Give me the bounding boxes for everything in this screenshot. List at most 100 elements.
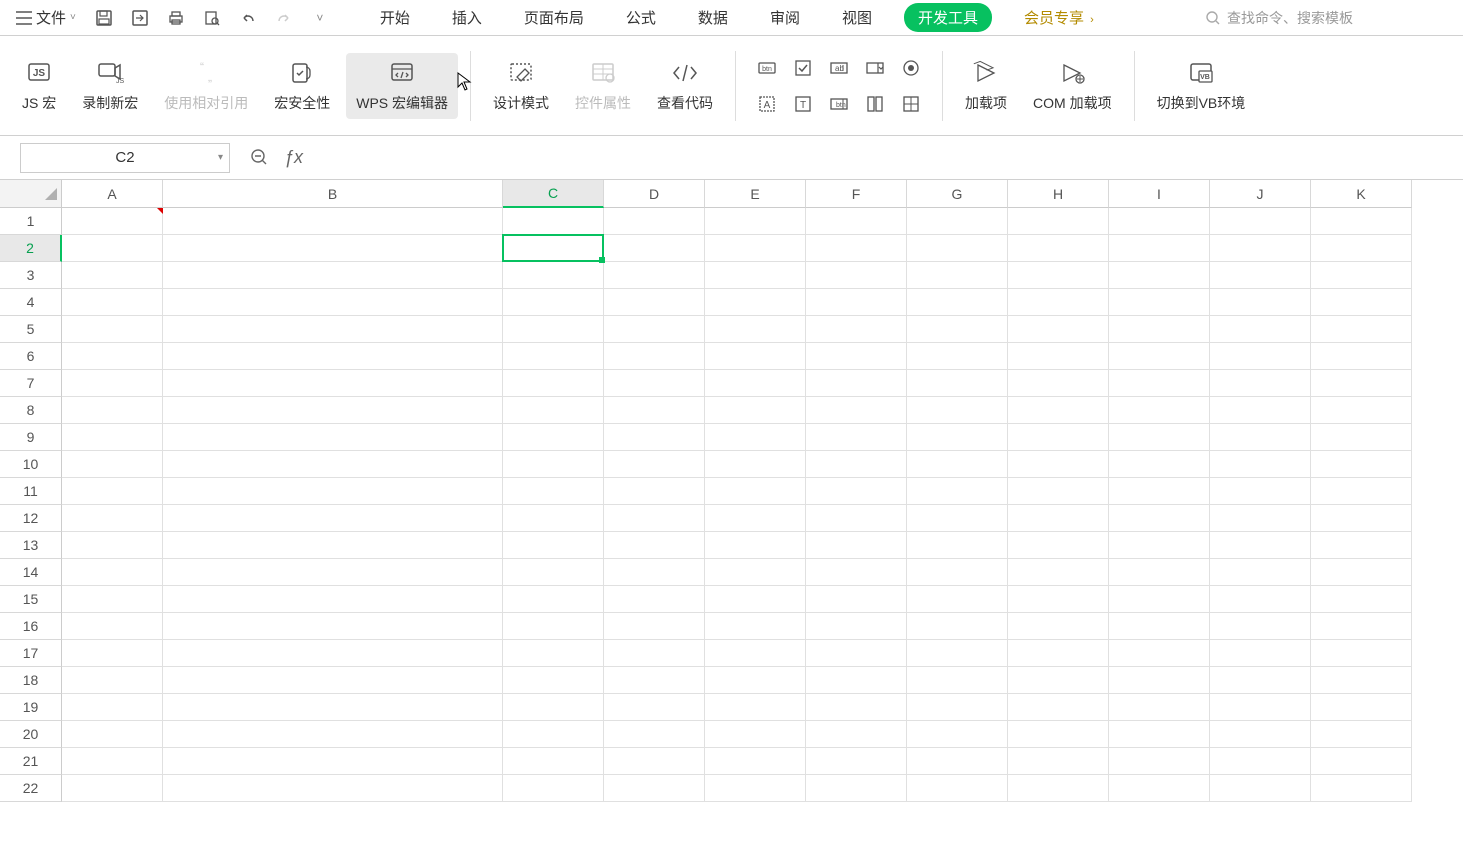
cell[interactable]	[503, 748, 604, 775]
cell[interactable]	[1109, 397, 1210, 424]
cell[interactable]	[705, 397, 806, 424]
cell[interactable]	[503, 424, 604, 451]
record-macro-button[interactable]: JS 录制新宏	[72, 53, 148, 119]
cell[interactable]	[163, 451, 503, 478]
cell[interactable]	[705, 586, 806, 613]
cell[interactable]	[503, 775, 604, 802]
cell[interactable]	[806, 613, 907, 640]
row-header[interactable]: 2	[0, 235, 62, 262]
com-addins-button[interactable]: COM 加载项	[1023, 53, 1122, 119]
cell[interactable]	[1008, 613, 1109, 640]
cell[interactable]	[1311, 478, 1412, 505]
cell[interactable]	[163, 370, 503, 397]
cell[interactable]	[503, 505, 604, 532]
tab-start[interactable]: 开始	[370, 3, 420, 32]
cell[interactable]	[163, 397, 503, 424]
cell[interactable]	[163, 262, 503, 289]
cell[interactable]	[62, 667, 163, 694]
cell[interactable]	[62, 748, 163, 775]
name-box[interactable]: C2 ▾	[20, 143, 230, 173]
cell[interactable]	[1109, 370, 1210, 397]
cell[interactable]	[1311, 748, 1412, 775]
cell[interactable]	[1311, 424, 1412, 451]
cell[interactable]	[705, 640, 806, 667]
cell[interactable]	[1210, 721, 1311, 748]
cell[interactable]	[62, 640, 163, 667]
cell[interactable]	[163, 235, 503, 262]
redo-button[interactable]	[268, 3, 300, 33]
cell[interactable]	[1311, 586, 1412, 613]
view-code-button[interactable]: 查看代码	[647, 53, 723, 119]
column-header[interactable]: K	[1311, 180, 1412, 208]
cell[interactable]	[1109, 613, 1210, 640]
cell[interactable]	[1311, 370, 1412, 397]
formula-input[interactable]	[317, 143, 1443, 173]
row-header[interactable]: 17	[0, 640, 62, 667]
cell[interactable]	[806, 451, 907, 478]
cell[interactable]	[503, 640, 604, 667]
cell[interactable]	[62, 451, 163, 478]
cell[interactable]	[1311, 235, 1412, 262]
column-header[interactable]: J	[1210, 180, 1311, 208]
cell[interactable]	[705, 235, 806, 262]
cell[interactable]	[705, 370, 806, 397]
cell[interactable]	[62, 370, 163, 397]
cell[interactable]	[806, 532, 907, 559]
cell[interactable]	[1008, 208, 1109, 235]
cell[interactable]	[1311, 613, 1412, 640]
cell[interactable]	[1311, 208, 1412, 235]
cell[interactable]	[907, 478, 1008, 505]
cell[interactable]	[163, 586, 503, 613]
cell[interactable]	[604, 613, 705, 640]
cell[interactable]	[62, 424, 163, 451]
cell[interactable]	[604, 262, 705, 289]
row-header[interactable]: 18	[0, 667, 62, 694]
cell[interactable]	[163, 559, 503, 586]
cell[interactable]	[806, 640, 907, 667]
cell[interactable]	[1311, 505, 1412, 532]
cell[interactable]	[604, 235, 705, 262]
cell[interactable]	[1109, 235, 1210, 262]
row-header[interactable]: 19	[0, 694, 62, 721]
cell[interactable]	[503, 262, 604, 289]
cell[interactable]	[907, 694, 1008, 721]
cell[interactable]	[604, 343, 705, 370]
cell[interactable]	[604, 451, 705, 478]
cell[interactable]	[806, 343, 907, 370]
cell[interactable]	[1210, 640, 1311, 667]
cell[interactable]	[604, 478, 705, 505]
cell[interactable]	[604, 208, 705, 235]
column-header[interactable]: G	[907, 180, 1008, 208]
control-button-icon[interactable]: btn	[752, 53, 782, 83]
cell[interactable]	[1109, 505, 1210, 532]
control-combobox-icon[interactable]	[860, 53, 890, 83]
cell[interactable]	[163, 721, 503, 748]
print-preview-button[interactable]	[196, 3, 228, 33]
cell[interactable]	[604, 586, 705, 613]
tab-pagelayout[interactable]: 页面布局	[514, 3, 594, 32]
cell[interactable]	[503, 370, 604, 397]
cell[interactable]	[163, 424, 503, 451]
cell[interactable]	[907, 343, 1008, 370]
cell[interactable]	[604, 640, 705, 667]
cell[interactable]	[62, 532, 163, 559]
cell[interactable]	[503, 397, 604, 424]
cell[interactable]	[1210, 208, 1311, 235]
cell[interactable]	[806, 694, 907, 721]
cell[interactable]	[806, 397, 907, 424]
row-header[interactable]: 6	[0, 343, 62, 370]
fx-icon[interactable]: ƒx	[284, 147, 303, 168]
cell[interactable]	[1210, 262, 1311, 289]
cell[interactable]	[503, 613, 604, 640]
cell[interactable]	[1109, 289, 1210, 316]
cell[interactable]	[1210, 478, 1311, 505]
cell[interactable]	[1008, 667, 1109, 694]
cell[interactable]	[604, 559, 705, 586]
cell[interactable]	[907, 208, 1008, 235]
cell[interactable]	[163, 532, 503, 559]
cell[interactable]	[1210, 532, 1311, 559]
column-header[interactable]: D	[604, 180, 705, 208]
cell[interactable]	[62, 343, 163, 370]
cell[interactable]	[806, 208, 907, 235]
cell[interactable]	[163, 289, 503, 316]
